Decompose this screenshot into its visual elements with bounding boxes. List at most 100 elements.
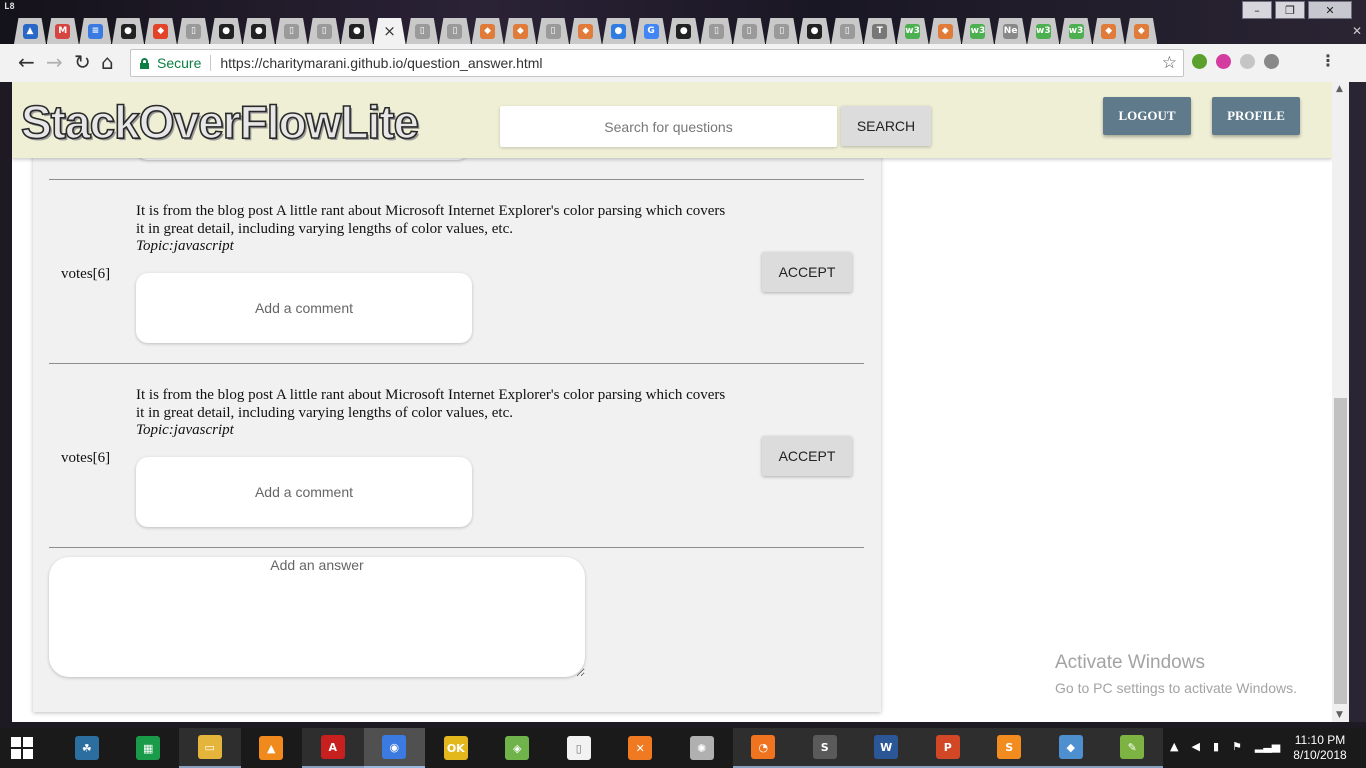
- browser-tab[interactable]: ▲: [14, 18, 46, 44]
- taskbar-app-button[interactable]: ◆: [1040, 728, 1102, 768]
- browser-tab[interactable]: ▯: [177, 18, 210, 44]
- scroll-up-icon[interactable]: ▲: [1336, 84, 1343, 94]
- start-button[interactable]: [11, 737, 33, 759]
- lock-icon[interactable]: [140, 57, 149, 69]
- taskbar-app-button[interactable]: P: [917, 728, 979, 768]
- page-scrollbar[interactable]: ▲ ▼: [1332, 82, 1349, 722]
- minimize-button[interactable]: –: [1242, 1, 1272, 19]
- taskbar-app-button[interactable]: ✕: [610, 728, 672, 768]
- browser-tab[interactable]: ▯: [765, 18, 798, 44]
- taskbar-app-button[interactable]: ☘: [56, 728, 118, 768]
- scrollbar-thumb[interactable]: [1334, 398, 1347, 704]
- taskbar-app-button[interactable]: ◈: [487, 728, 549, 768]
- browser-tab[interactable]: w3: [961, 18, 994, 44]
- browser-tab[interactable]: T: [863, 18, 896, 44]
- search-button[interactable]: SEARCH: [841, 106, 931, 146]
- add-answer-input[interactable]: [49, 557, 585, 677]
- taskbar-app-button[interactable]: W: [855, 728, 917, 768]
- browser-tab[interactable]: ≡: [79, 18, 112, 44]
- browser-tab[interactable]: ◆: [471, 18, 504, 44]
- taskbar-app-button[interactable]: ▭: [179, 728, 241, 768]
- browser-tab[interactable]: ●: [602, 18, 635, 44]
- browser-tab[interactable]: ▯: [275, 18, 308, 44]
- browser-tab[interactable]: ◆: [504, 18, 537, 44]
- taskbar-clock[interactable]: 11:10 PM 8/10/2018: [1290, 733, 1350, 763]
- address-bar[interactable]: Secure https://charitymarani.github.io/q…: [130, 49, 1184, 77]
- bookmark-star-icon[interactable]: ☆: [1162, 53, 1177, 73]
- battery-icon[interactable]: ▮: [1213, 740, 1219, 753]
- browser-tab[interactable]: ▯: [733, 18, 766, 44]
- comment-input[interactable]: [136, 457, 472, 527]
- browser-tab[interactable]: ●: [667, 18, 700, 44]
- browser-tab[interactable]: ◆: [1092, 18, 1125, 44]
- chrome-store-icon: ●: [610, 23, 626, 39]
- flag-icon[interactable]: ⚑: [1232, 740, 1242, 753]
- reload-button[interactable]: ↻: [74, 52, 91, 72]
- answer-text: It is from the blog post A little rant a…: [136, 203, 726, 237]
- tab-strip-close-icon[interactable]: ✕: [1352, 24, 1362, 38]
- maximize-button[interactable]: ❐: [1275, 1, 1305, 19]
- taskbar-app-button[interactable]: OK: [425, 728, 487, 768]
- browser-tab[interactable]: ●: [340, 18, 373, 44]
- powerpoint-icon: P: [935, 735, 960, 759]
- browser-tab[interactable]: ●: [112, 18, 145, 44]
- logout-button[interactable]: LOGOUT: [1103, 97, 1191, 135]
- extension-icon[interactable]: [1192, 54, 1207, 69]
- browser-tab[interactable]: ◆: [929, 18, 962, 44]
- url-text[interactable]: https://charitymarani.github.io/question…: [220, 55, 542, 71]
- taskbar-app-button[interactable]: ▲: [241, 728, 303, 768]
- browser-tab[interactable]: ×: [373, 18, 406, 44]
- git-icon: ◆: [512, 23, 528, 39]
- home-button[interactable]: ⌂: [101, 52, 114, 72]
- taskbar-app-button[interactable]: S: [978, 728, 1040, 768]
- browser-tab[interactable]: M: [46, 18, 79, 44]
- network-icon[interactable]: ▂▃▅: [1255, 740, 1280, 753]
- browser-tab[interactable]: ▯: [308, 18, 341, 44]
- browser-tab[interactable]: ●: [242, 18, 275, 44]
- browser-tab[interactable]: ◆: [569, 18, 602, 44]
- volume-icon[interactable]: ◀: [1191, 740, 1199, 753]
- taskbar-app-button[interactable]: ✺: [671, 728, 733, 768]
- page-icon: ▯: [414, 23, 430, 39]
- taskbar-app-button[interactable]: ◔: [732, 728, 794, 768]
- browser-tab[interactable]: ◆: [144, 18, 177, 44]
- taskbar-app-button[interactable]: ◉: [363, 728, 425, 768]
- taskbar-app-button[interactable]: ▦: [118, 728, 180, 768]
- browser-tab[interactable]: ●: [798, 18, 831, 44]
- profile-badge[interactable]: L8: [4, 2, 15, 12]
- close-icon[interactable]: ×: [383, 22, 396, 40]
- browser-tab[interactable]: w3: [1027, 18, 1060, 44]
- site-logo[interactable]: StackOverFlowLite: [20, 95, 420, 149]
- back-button[interactable]: ←: [18, 52, 35, 72]
- extension-icon[interactable]: [1240, 54, 1255, 69]
- taskbar-app-button[interactable]: A: [302, 728, 364, 768]
- accept-button[interactable]: ACCEPT: [762, 252, 852, 292]
- page-icon: ▯: [741, 23, 757, 39]
- scroll-down-icon[interactable]: ▼: [1336, 710, 1343, 720]
- browser-tab[interactable]: ▯: [406, 18, 439, 44]
- forward-button[interactable]: →: [46, 52, 63, 72]
- browser-tab[interactable]: ▯: [831, 18, 864, 44]
- search-input[interactable]: [500, 106, 837, 147]
- browser-tab[interactable]: ▯: [700, 18, 733, 44]
- browser-tab[interactable]: G: [635, 18, 668, 44]
- accept-button[interactable]: ACCEPT: [762, 436, 852, 476]
- browser-tab[interactable]: w3: [1060, 18, 1092, 44]
- taskbar-app-button[interactable]: ▯: [548, 728, 610, 768]
- browser-tab[interactable]: Ne: [994, 18, 1027, 44]
- profile-button[interactable]: PROFILE: [1212, 97, 1300, 135]
- tray-expand-icon[interactable]: ▲: [1170, 740, 1178, 753]
- browser-tab[interactable]: ●: [210, 18, 243, 44]
- browser-tab[interactable]: w3: [896, 18, 929, 44]
- browser-tab[interactable]: ▯: [438, 18, 471, 44]
- browser-tab[interactable]: ◆: [1125, 18, 1158, 44]
- browser-menu-icon[interactable]: ⋮: [1320, 51, 1336, 70]
- taskbar-app-button[interactable]: S: [794, 728, 856, 768]
- comment-input[interactable]: [136, 273, 472, 343]
- taskbar-app-button[interactable]: ✎: [1101, 728, 1163, 768]
- window-controls: – ❐ ✕: [1242, 1, 1352, 19]
- browser-tab[interactable]: ▯: [537, 18, 569, 44]
- close-window-button[interactable]: ✕: [1308, 1, 1352, 19]
- extension-icon[interactable]: [1216, 54, 1231, 69]
- extension-icon[interactable]: [1264, 54, 1279, 69]
